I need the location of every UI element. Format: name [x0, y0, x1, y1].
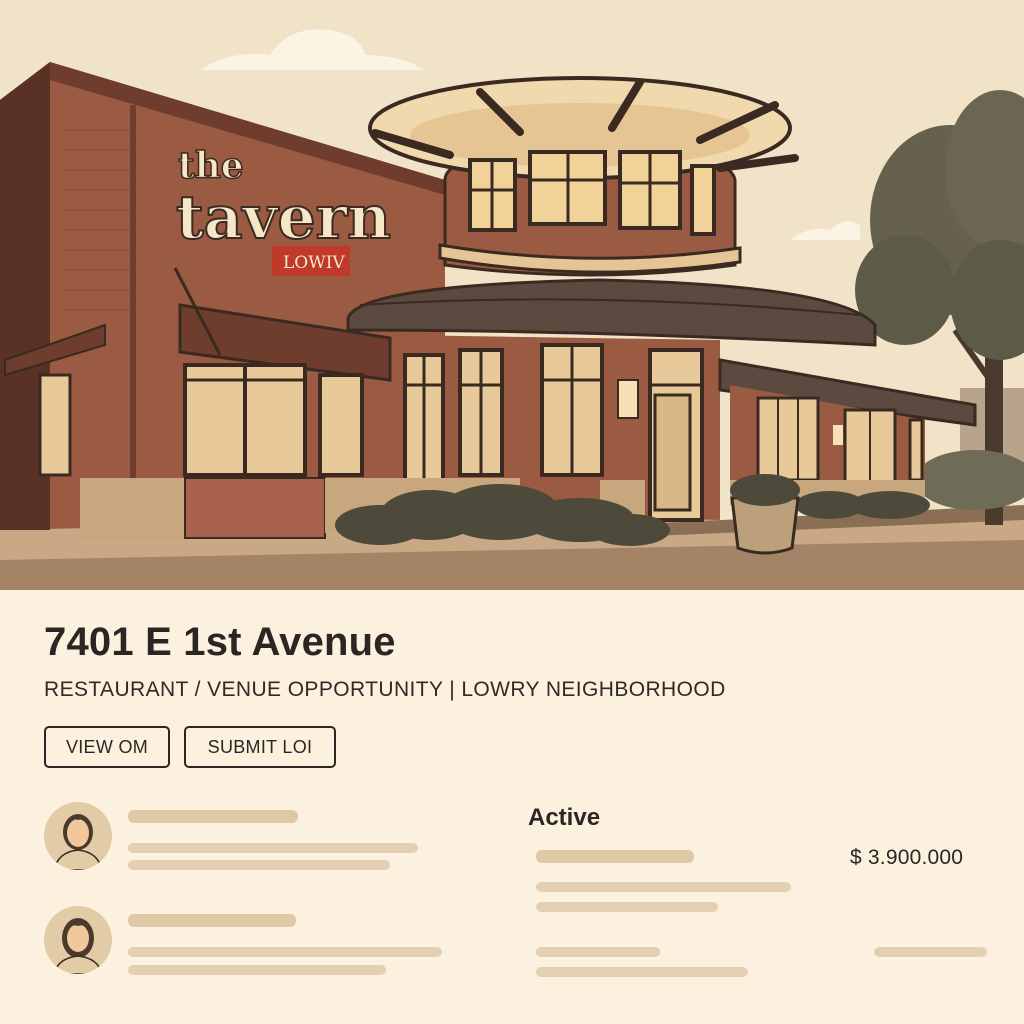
detail-placeholder-3 [536, 947, 660, 957]
contact-1-detail-placeholder-2 [128, 860, 390, 870]
contact-2-detail-placeholder [128, 947, 442, 957]
detail-placeholder-5 [536, 967, 748, 977]
sign-badge: LOWIV [283, 253, 345, 273]
planter [730, 474, 800, 555]
detail-label-placeholder [536, 850, 694, 863]
sign-word-tavern: tavern [176, 183, 391, 253]
detail-placeholder-2 [536, 902, 718, 912]
listing-subtitle: RESTAURANT / VENUE OPPORTUNITY | LOWRY N… [44, 678, 726, 701]
sign-word-the: the [178, 145, 244, 187]
contact-2-name-placeholder [128, 914, 296, 927]
listing-price: $ 3.900.000 [850, 846, 964, 869]
submit-loi-button[interactable]: SUBMIT LOI [184, 726, 336, 768]
user-avatar-icon [44, 802, 112, 870]
user-avatar-icon [44, 906, 112, 974]
contact-2-detail-placeholder-2 [128, 965, 386, 975]
contact-1-name-placeholder [128, 810, 298, 823]
detail-placeholder-1 [536, 882, 791, 892]
listing-title: 7401 E 1st Avenue [44, 620, 396, 664]
hero-illustration: the tavern LOWIV [0, 0, 1024, 590]
listing-panel: 7401 E 1st Avenue RESTAURANT / VENUE OPP… [0, 590, 1024, 1024]
view-om-button[interactable]: VIEW OM [44, 726, 170, 768]
contact-1-detail-placeholder [128, 843, 418, 853]
status-badge: Active [528, 804, 601, 831]
detail-placeholder-4 [874, 947, 987, 957]
